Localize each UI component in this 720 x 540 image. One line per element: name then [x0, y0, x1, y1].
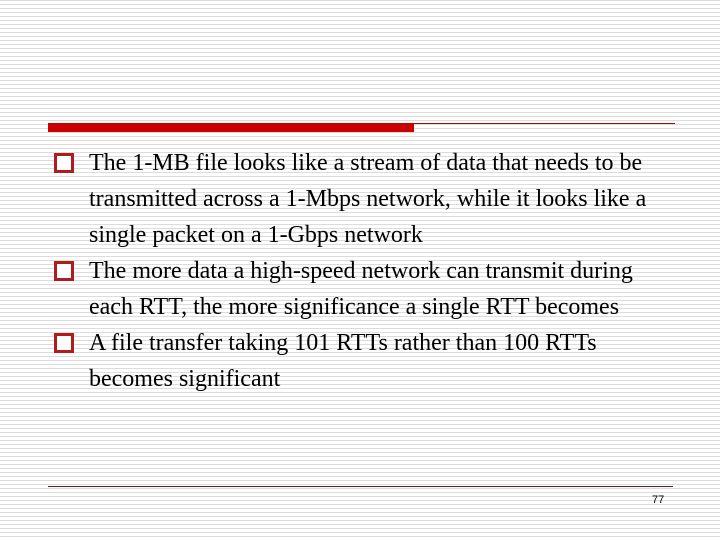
title-accent-bar	[48, 123, 414, 132]
footer-rule	[48, 486, 673, 487]
bullet-item: A file transfer taking 101 RTTs rather t…	[54, 325, 674, 397]
bullet-text: A file transfer taking 101 RTTs rather t…	[89, 330, 597, 392]
title-underline	[414, 123, 675, 124]
bullet-item: The more data a high-speed network can t…	[54, 253, 674, 325]
bullet-text: The 1-MB file looks like a stream of dat…	[89, 150, 647, 248]
bullet-list: The 1-MB file looks like a stream of dat…	[54, 145, 674, 397]
page-number: 77	[652, 494, 665, 506]
square-bullet-icon	[54, 261, 74, 281]
bullet-text: The more data a high-speed network can t…	[89, 258, 633, 320]
square-bullet-icon	[54, 333, 74, 353]
bullet-item: The 1-MB file looks like a stream of dat…	[54, 145, 674, 253]
square-bullet-icon	[54, 153, 74, 173]
